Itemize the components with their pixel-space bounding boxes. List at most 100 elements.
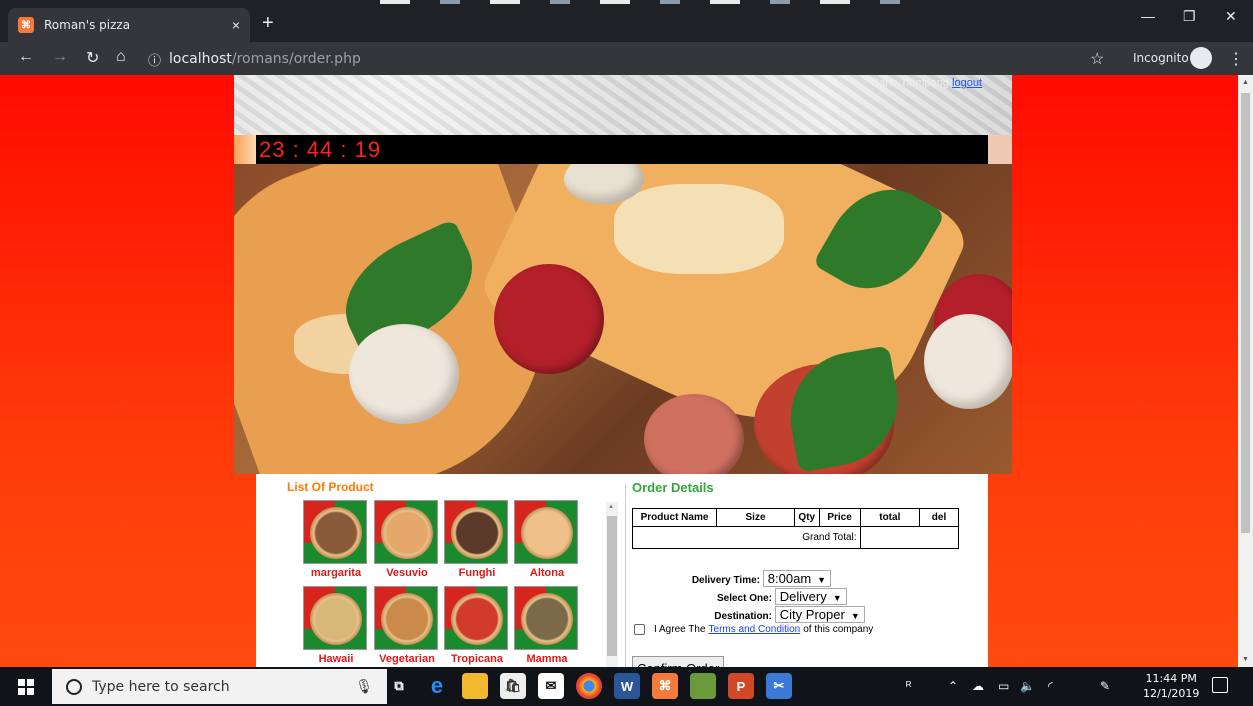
pizza-image[interactable]: [303, 586, 367, 650]
word-icon[interactable]: W: [614, 673, 640, 699]
product-item[interactable]: margarita: [303, 500, 369, 579]
scroll-up-icon[interactable]: ▲: [608, 504, 614, 510]
destination-select[interactable]: City Proper ▼: [774, 606, 865, 623]
select-one-select[interactable]: Delivery ▼: [774, 588, 847, 605]
pizza-icon: [381, 593, 433, 645]
select-one-row: Select One: Delivery ▼: [680, 588, 847, 605]
product-name[interactable]: Altona: [514, 567, 580, 579]
destination-value: City Proper: [779, 607, 845, 622]
xampp-icon[interactable]: ⌘: [652, 673, 678, 699]
pizza-image[interactable]: [374, 500, 438, 564]
wifi-icon[interactable]: ◜: [1048, 679, 1053, 693]
page-scroll-thumb[interactable]: [1241, 93, 1250, 533]
product-list-scrollbar[interactable]: ▲: [606, 502, 618, 667]
product-name[interactable]: Vesuvio: [374, 567, 440, 579]
pizza-image[interactable]: [444, 500, 508, 564]
pizza-image[interactable]: [374, 586, 438, 650]
taskbar-clock[interactable]: 11:44 PM 12/1/2019: [1143, 671, 1199, 701]
people-icon[interactable]: ᴿ: [906, 679, 911, 693]
volume-icon[interactable]: 🔈: [1020, 679, 1035, 693]
mail-icon[interactable]: ✉: [538, 673, 564, 699]
logout-link[interactable]: logout: [952, 77, 982, 89]
product-item[interactable]: Vegetarian: [374, 586, 440, 665]
task-view-icon[interactable]: ⧉: [386, 673, 412, 699]
product-item[interactable]: Mamma: [514, 586, 580, 665]
page-scroll-down-icon[interactable]: ▼: [1242, 656, 1249, 663]
product-name[interactable]: Funghi: [444, 567, 510, 579]
pizza-icon: [451, 593, 503, 645]
forward-arrow-icon[interactable]: →: [52, 48, 68, 66]
product-name[interactable]: Hawaii: [303, 653, 369, 665]
search-placeholder: Type here to search: [92, 678, 230, 695]
product-item[interactable]: Tropicana: [444, 586, 510, 665]
chevron-down-icon: ▼: [832, 593, 842, 603]
product-item[interactable]: Hawaii: [303, 586, 369, 665]
products-title: List Of Product: [287, 480, 374, 494]
onedrive-icon[interactable]: ☁: [972, 679, 984, 693]
address-bar[interactable]: ⓘ localhost /romans/order.php: [148, 48, 1078, 70]
order-panel: List Of Product margarita Vesuvio Funghi Al…: [256, 474, 988, 667]
page-scrollbar[interactable]: ▲ ▼: [1238, 75, 1253, 667]
select-one-value: Delivery: [779, 589, 827, 604]
confirm-order-button[interactable]: Confirm Order: [632, 656, 725, 667]
delivery-time-value: 8:00am: [767, 571, 812, 586]
product-name[interactable]: Tropicana: [444, 653, 510, 665]
terms-link[interactable]: Terms and Condition: [709, 624, 801, 635]
browser-tab-bar: ⌘ Roman's pizza × + — ❐ ✕: [0, 0, 1253, 42]
xampp-favicon-icon: ⌘: [18, 17, 34, 33]
incognito-label: Incognito: [1133, 51, 1189, 65]
home-icon[interactable]: ⌂: [116, 48, 126, 66]
chrome-icon[interactable]: [576, 673, 602, 699]
minimize-icon[interactable]: —: [1141, 8, 1155, 24]
edge-browser-icon[interactable]: e: [424, 673, 450, 699]
agree-prefix: I Agree The: [654, 624, 706, 635]
product-name[interactable]: margarita: [303, 567, 369, 579]
windows-start-icon[interactable]: [18, 679, 34, 695]
notepad-icon[interactable]: [690, 673, 716, 699]
product-list-scroll-thumb[interactable]: [607, 516, 617, 656]
taskbar-date: 12/1/2019: [1143, 687, 1200, 700]
pizza-image[interactable]: [514, 586, 578, 650]
browser-tab[interactable]: ⌘ Roman's pizza ×: [8, 8, 250, 42]
bookmark-star-icon[interactable]: ☆: [1090, 49, 1104, 69]
ham-slice: [644, 394, 744, 474]
clock-bar: 23 : 44 : 19: [234, 135, 1012, 164]
agree-checkbox[interactable]: [634, 624, 645, 635]
taskbar-search[interactable]: Type here to search 🎙: [52, 669, 387, 704]
mushroom: [349, 324, 459, 424]
incognito-icon[interactable]: [1190, 47, 1212, 69]
restore-icon[interactable]: ❐: [1183, 8, 1196, 25]
pizza-image[interactable]: [444, 586, 508, 650]
pen-icon[interactable]: ✎: [1100, 679, 1110, 693]
product-item[interactable]: Vesuvio: [374, 500, 440, 579]
cortana-icon: [66, 678, 82, 695]
page-scroll-up-icon[interactable]: ▲: [1242, 79, 1249, 86]
delivery-time-select[interactable]: 8:00am ▼: [762, 570, 832, 587]
powerpoint-icon[interactable]: P: [728, 673, 754, 699]
tab-close-icon[interactable]: ×: [232, 17, 240, 33]
window-close-icon[interactable]: ✕: [1225, 8, 1237, 25]
notification-icon[interactable]: [1212, 677, 1228, 693]
back-arrow-icon[interactable]: ←: [18, 48, 34, 66]
new-tab-button[interactable]: +: [262, 12, 274, 35]
select-one-label: Select One:: [716, 593, 772, 604]
snipping-tool-icon[interactable]: ✂: [766, 673, 792, 699]
site-info-icon[interactable]: ⓘ: [148, 50, 161, 69]
store-icon[interactable]: 🛍: [500, 673, 526, 699]
pizza-image[interactable]: [303, 500, 367, 564]
microphone-icon[interactable]: 🎙: [355, 678, 373, 695]
file-explorer-icon[interactable]: [462, 673, 488, 699]
battery-icon[interactable]: ▭: [998, 679, 1009, 693]
product-name[interactable]: Mamma: [514, 653, 580, 665]
product-name[interactable]: Vegetarian: [374, 653, 440, 665]
pizza-icon: [521, 593, 573, 645]
menu-dots-icon[interactable]: ⋮: [1228, 49, 1244, 69]
pizza-image[interactable]: [514, 500, 578, 564]
product-item[interactable]: Funghi: [444, 500, 510, 579]
page-viewport: Barie Tiompang logout 23 : 44 : 19 List …: [0, 75, 1253, 667]
reload-icon[interactable]: ↻: [86, 48, 99, 68]
chevron-up-icon[interactable]: ⌃: [948, 679, 958, 693]
col-total: total: [859, 508, 921, 527]
product-item[interactable]: Altona: [514, 500, 580, 579]
pizza-icon: [381, 507, 433, 559]
